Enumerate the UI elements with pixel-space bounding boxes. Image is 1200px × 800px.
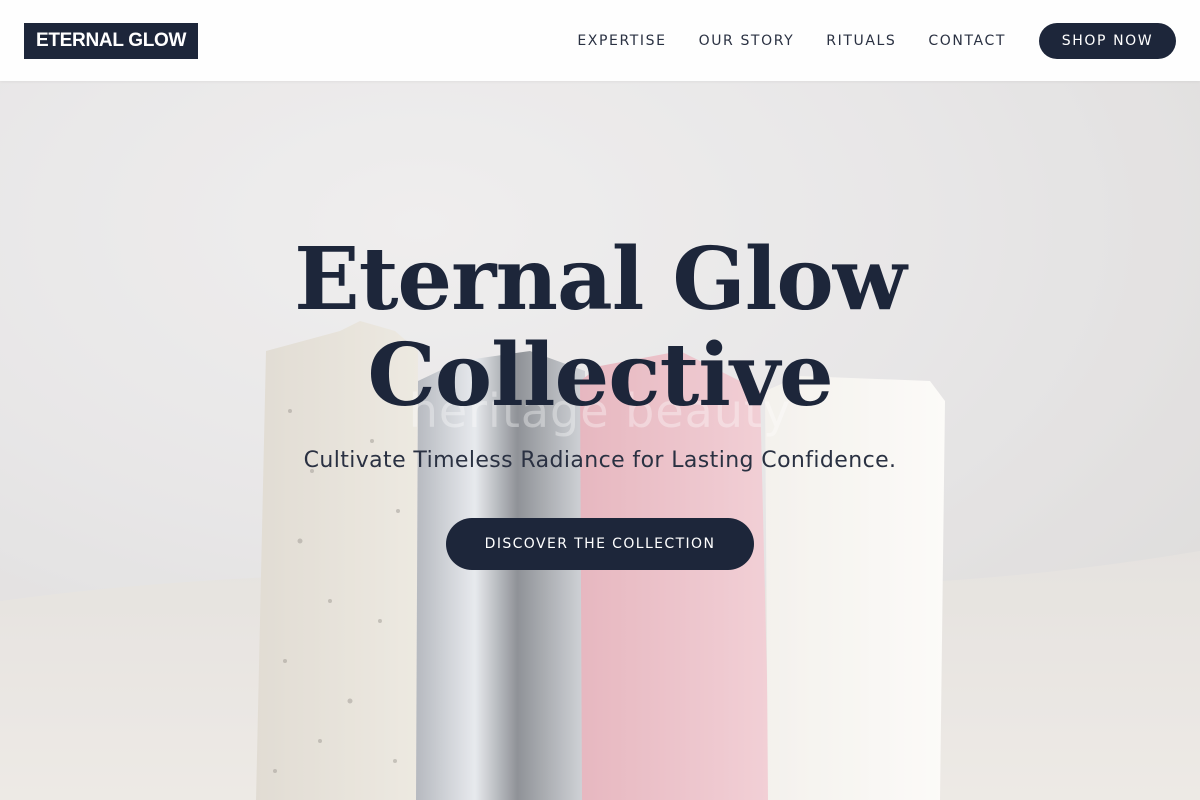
discover-collection-button[interactable]: DISCOVER THE COLLECTION <box>446 518 754 570</box>
nav-link-expertise[interactable]: EXPERTISE <box>577 33 666 49</box>
nav-link-contact[interactable]: CONTACT <box>928 33 1006 49</box>
shop-now-button[interactable]: SHOP NOW <box>1039 22 1176 59</box>
hero-tagline: Cultivate Timeless Radiance for Lasting … <box>303 448 897 473</box>
nav-link-our-story[interactable]: OUR STORY <box>699 33 795 49</box>
hero-section <box>0 81 1200 800</box>
hero-title-line-1: Eternal Glow <box>294 229 907 330</box>
brand-logo[interactable]: ETERNAL GLOW <box>24 22 199 59</box>
hero-title-line-2: Collective <box>367 325 833 426</box>
main-nav: EXPERTISE OUR STORY RITUALS CONTACT SHOP… <box>545 22 1176 59</box>
site-header: ETERNAL GLOW EXPERTISE OUR STORY RITUALS… <box>0 0 1200 81</box>
nav-link-rituals[interactable]: RITUALS <box>826 33 896 49</box>
hero-title: Eternal Glow Collective <box>0 232 1200 424</box>
hero-overlay <box>0 81 1200 800</box>
